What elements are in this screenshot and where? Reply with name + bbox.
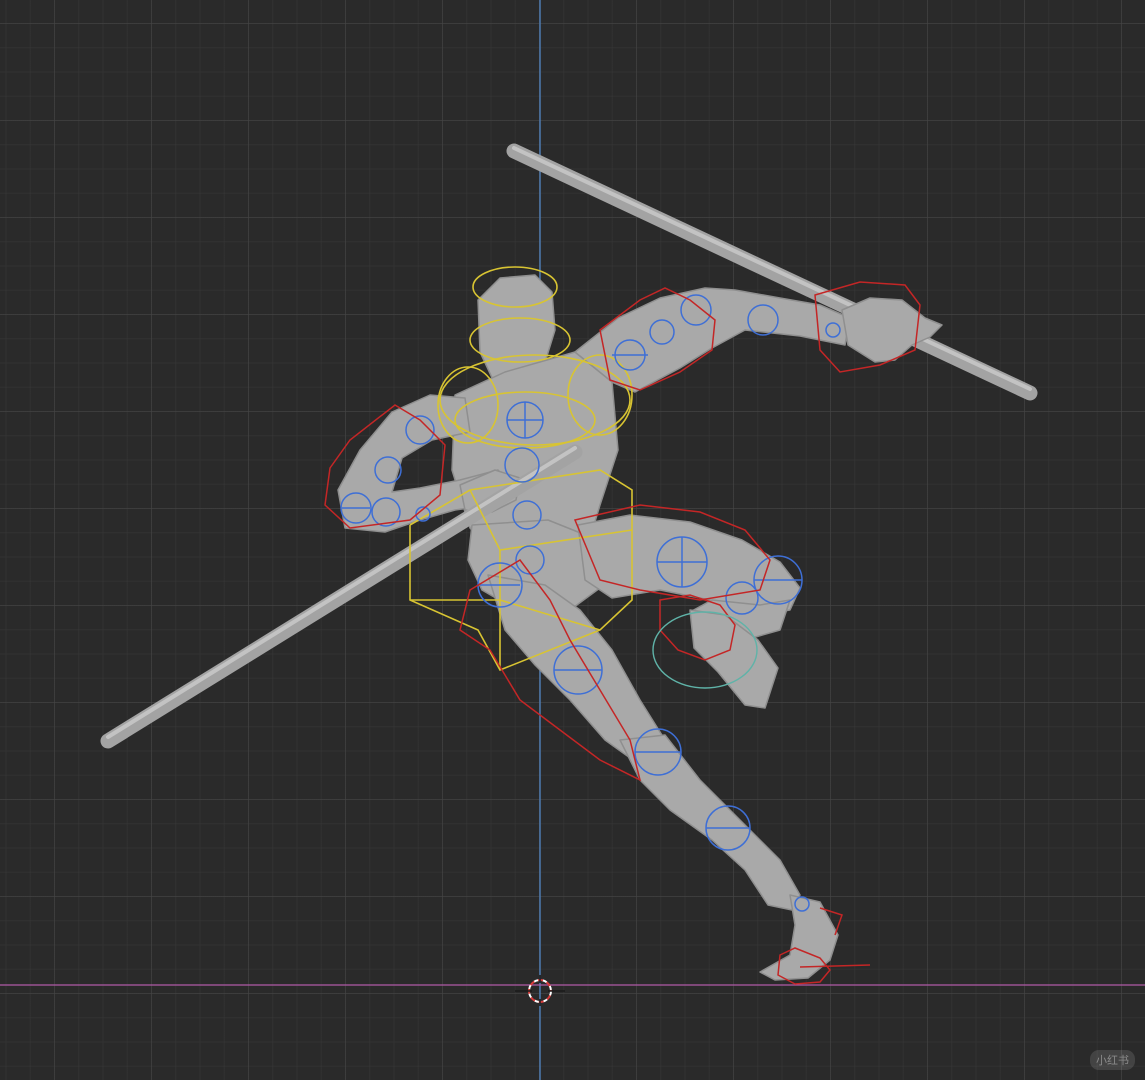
viewport-scene[interactable] [0, 0, 1145, 1080]
watermark-badge: 小红书 [1090, 1050, 1135, 1070]
mannequin-shin-left[interactable] [619, 734, 801, 911]
mannequin-foot-left[interactable] [759, 894, 839, 981]
3d-viewport[interactable]: 小红书 [0, 0, 1145, 1080]
mannequin-mesh[interactable] [337, 274, 943, 981]
mannequin-thigh-right[interactable] [577, 514, 801, 616]
